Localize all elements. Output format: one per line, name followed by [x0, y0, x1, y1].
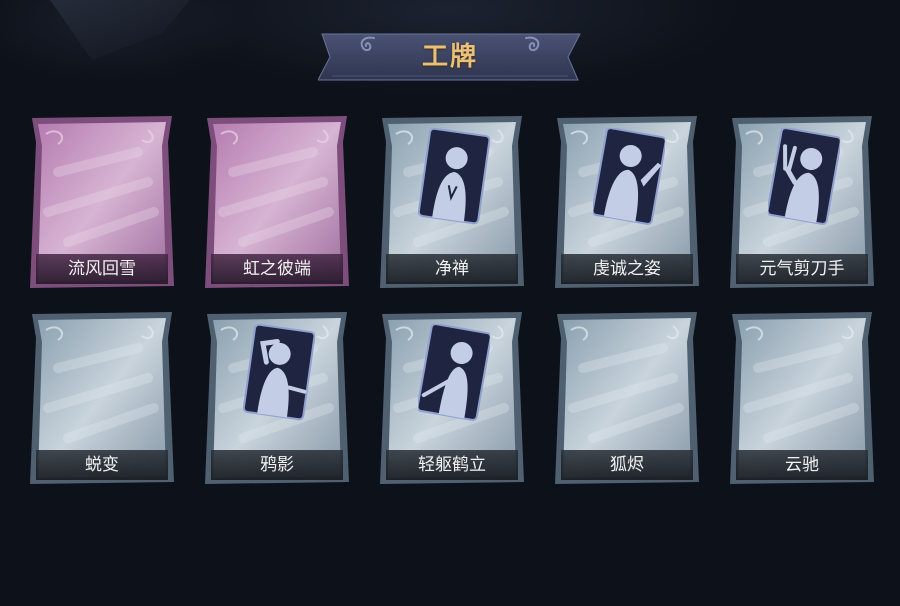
badge-label: 净禅: [386, 254, 518, 284]
silhouette-stand-icon: [418, 324, 490, 421]
badge-label: 轻躯鹤立: [386, 450, 518, 480]
badge-label: 鸦影: [211, 450, 343, 480]
badge-card[interactable]: 鸦影: [203, 308, 351, 486]
badge-label: 云驰: [736, 450, 868, 480]
badge-label: 狐烬: [561, 450, 693, 480]
badge-card[interactable]: 轻躯鹤立: [378, 308, 526, 486]
title-banner: 工牌: [318, 32, 582, 82]
badge-grid: 流风回雪 虹之彼端 净禅 虔诚之姿 元气剪刀手 蜕变 鸦影 轻躯鹤立 狐烬 云驰: [28, 112, 874, 488]
badge-card[interactable]: 虔诚之姿: [553, 112, 701, 290]
badge-label: 虔诚之姿: [561, 254, 693, 284]
badge-card[interactable]: 蜕变: [28, 308, 176, 486]
badge-card[interactable]: 流风回雪: [28, 112, 176, 290]
badge-card[interactable]: 虹之彼端: [203, 112, 351, 290]
silhouette-wave-icon: [593, 128, 665, 225]
badge-label: 元气剪刀手: [736, 254, 868, 284]
badge-card[interactable]: 云驰: [728, 308, 876, 486]
page-title: 工牌: [421, 42, 478, 72]
silhouette-salute-icon: [243, 324, 315, 421]
silhouette-peace-sign-icon: [768, 128, 840, 225]
badge-label: 蜕变: [36, 450, 168, 480]
badge-card[interactable]: 元气剪刀手: [728, 112, 876, 290]
badge-label: 流风回雪: [36, 254, 168, 284]
silhouette-prayer-icon: [418, 128, 490, 225]
badge-label: 虹之彼端: [211, 254, 343, 284]
badge-card[interactable]: 净禅: [378, 112, 526, 290]
badge-card[interactable]: 狐烬: [553, 308, 701, 486]
